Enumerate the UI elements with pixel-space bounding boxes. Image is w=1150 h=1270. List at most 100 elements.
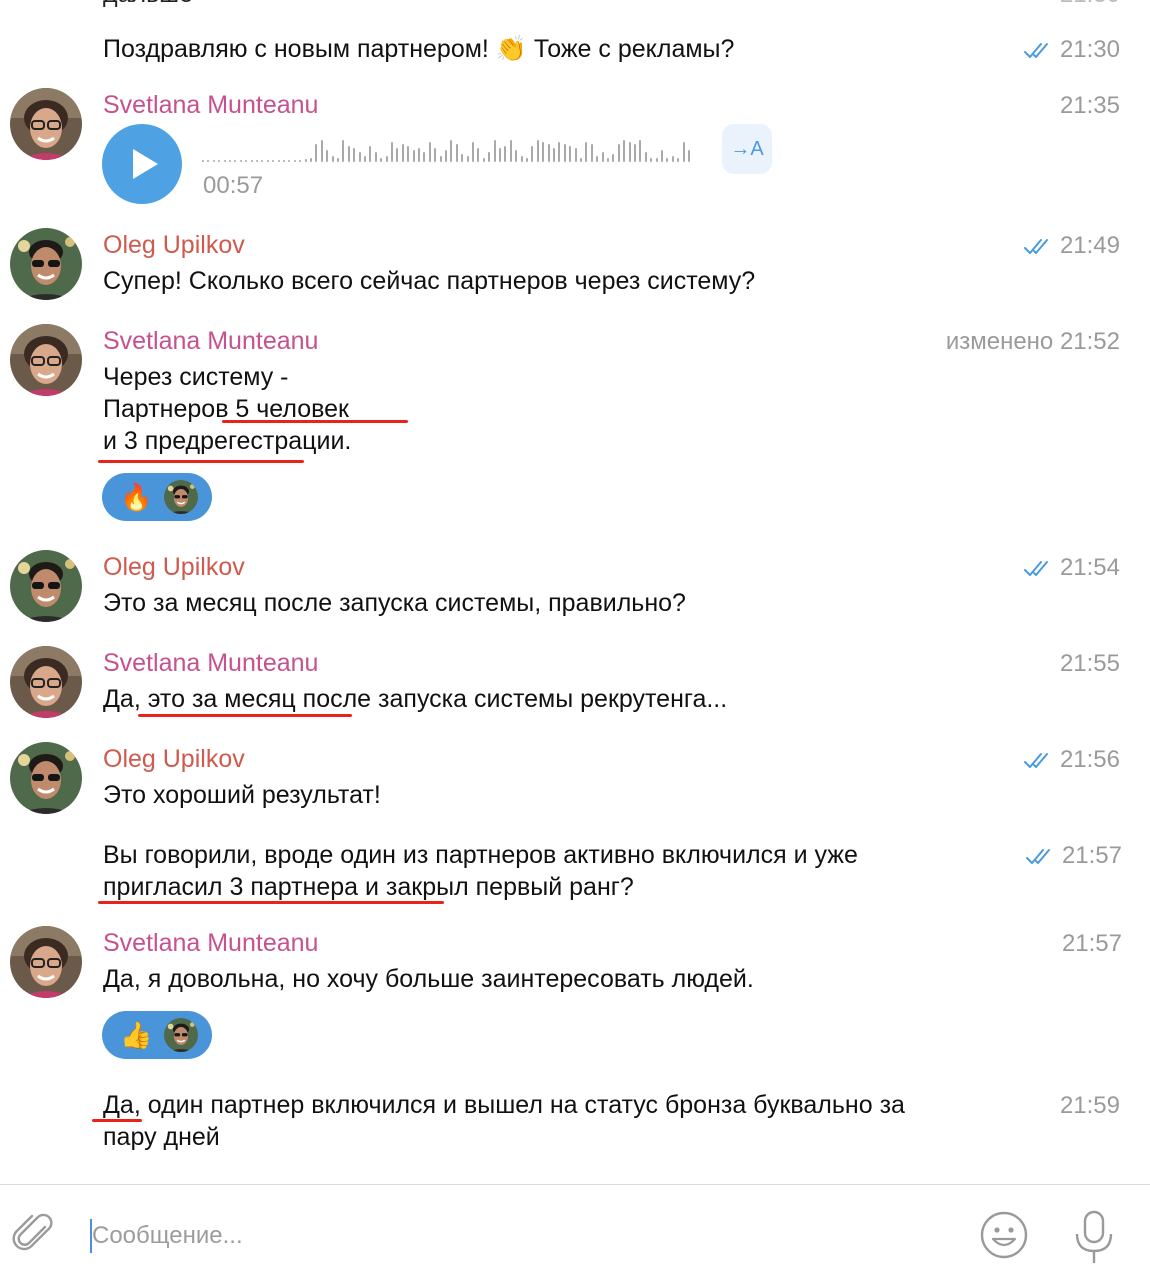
waveform-bar [547, 144, 550, 162]
waveform-bar [353, 148, 356, 162]
waveform-bar [553, 148, 555, 162]
waveform-bar [337, 158, 339, 162]
waveform-bar [569, 146, 572, 162]
red-underline-annotation [98, 901, 444, 904]
waveform-bar [223, 160, 226, 162]
sender-name[interactable]: Oleg Upilkov [103, 229, 245, 261]
waveform-bar [499, 148, 501, 162]
waveform-bar [671, 156, 674, 162]
waveform-bar [288, 160, 291, 162]
avatar-oleg[interactable] [10, 228, 82, 300]
waveform-bar [682, 142, 685, 162]
voice-duration: 00:57 [203, 172, 264, 199]
avatar-svetlana[interactable] [10, 646, 82, 718]
waveform-bar [304, 159, 307, 162]
voice-play-button[interactable] [102, 124, 182, 204]
avatar-oleg[interactable] [10, 550, 82, 622]
waveform-bar [482, 158, 485, 162]
waveform-bar [283, 160, 285, 162]
waveform-bar [590, 144, 593, 162]
waveform-bar [607, 158, 609, 162]
waveform-bar [596, 156, 599, 162]
message-time: 21:49 [1024, 231, 1120, 261]
time-label: 21:30 [1059, 36, 1120, 63]
waveform-bar [509, 140, 512, 162]
waveform-bar [212, 160, 215, 162]
message-time: 21:57 [1061, 930, 1122, 957]
voice-waveform[interactable] [202, 132, 702, 162]
message-time: 21:30 [1024, 35, 1120, 65]
sender-name[interactable]: Svetlana Munteanu [103, 325, 318, 357]
sender-name[interactable]: Svetlana Munteanu [103, 647, 318, 679]
avatar-svetlana[interactable] [10, 324, 82, 396]
waveform-bar [466, 156, 469, 162]
message-input[interactable]: Сообщение... [92, 1221, 243, 1251]
waveform-bar [364, 156, 366, 162]
waveform-bar [688, 150, 690, 162]
message-line: пригласил 3 партнера и закрыл первый ран… [103, 873, 634, 901]
avatar-svetlana[interactable] [10, 88, 82, 160]
message-time: 21:35 [1059, 92, 1120, 119]
sender-name[interactable]: Svetlana Munteanu [103, 89, 318, 121]
double-check-icon [1024, 238, 1054, 256]
waveform-bar [293, 160, 296, 162]
avatar-svetlana[interactable] [10, 926, 82, 998]
waveform-bar [256, 160, 258, 162]
waveform-bar [310, 158, 312, 162]
waveform-bar [250, 160, 253, 162]
sender-name[interactable]: Oleg Upilkov [103, 743, 245, 775]
waveform-bar [450, 140, 453, 162]
message-line: пару дней [103, 1123, 220, 1151]
time-label: 21:57 [1061, 842, 1122, 869]
waveform-bar [536, 140, 539, 162]
waveform-bar [439, 156, 442, 162]
transcribe-button[interactable]: →A [722, 124, 772, 174]
clipped-previous-message: дальше [103, 0, 193, 10]
waveform-bar [229, 160, 231, 162]
message-text: Супер! Сколько всего сейчас партнеров че… [103, 267, 756, 295]
waveform-bar [634, 144, 636, 162]
waveform-bar [369, 146, 372, 162]
clipped-previous-time: 21:30 [1060, 0, 1120, 10]
red-underline-annotation [98, 460, 304, 463]
reactor-avatar [162, 478, 200, 516]
emoji-icon[interactable] [978, 1209, 1030, 1261]
waveform-bar [418, 148, 420, 162]
waveform-bar [315, 144, 318, 162]
waveform-bar [234, 160, 237, 162]
red-underline-annotation [138, 714, 352, 717]
thumbs-up-emoji: 👍 [120, 1020, 153, 1050]
red-underline-annotation [92, 1119, 142, 1122]
waveform-bar [472, 142, 474, 162]
waveform-bar [504, 146, 507, 162]
message-time: 21:57 [1026, 841, 1122, 871]
waveform-bar [423, 152, 426, 162]
waveform-bar [601, 152, 604, 162]
message-text: Это хороший результат! [103, 781, 381, 809]
message-composer: Сообщение... [0, 1184, 1150, 1270]
avatar-oleg[interactable] [10, 742, 82, 814]
message-text: Это за месяц после запуска системы, прав… [103, 589, 686, 617]
waveform-bar [617, 144, 620, 162]
attach-icon[interactable] [10, 1209, 56, 1255]
microphone-icon[interactable] [1072, 1209, 1116, 1265]
waveform-bar [239, 160, 242, 162]
message-text: Да, это за месяц после запуска системы р… [103, 685, 728, 713]
time-label: 21:54 [1059, 554, 1120, 581]
message-line: Вы говорили, вроде один из партнеров акт… [103, 841, 858, 869]
chat-history[interactable]: дальше 21:30 Поздравляю с новым партнеро… [0, 0, 1150, 1184]
sender-name[interactable]: Oleg Upilkov [103, 551, 245, 583]
reaction-chip[interactable]: 🔥 [102, 473, 212, 521]
waveform-bar [650, 158, 653, 162]
waveform-bar [580, 158, 582, 162]
waveform-bar [488, 152, 491, 162]
message-line: Через систему - [103, 363, 289, 391]
double-check-icon [1024, 560, 1054, 578]
waveform-bar [445, 150, 447, 162]
waveform-bar [358, 152, 361, 162]
waveform-bar [391, 142, 393, 162]
message-text: Да, я довольна, но хочу больше заинтерес… [103, 965, 754, 993]
sender-name[interactable]: Svetlana Munteanu [103, 927, 318, 959]
waveform-bar [520, 156, 523, 162]
reaction-chip[interactable]: 👍 [102, 1011, 212, 1059]
